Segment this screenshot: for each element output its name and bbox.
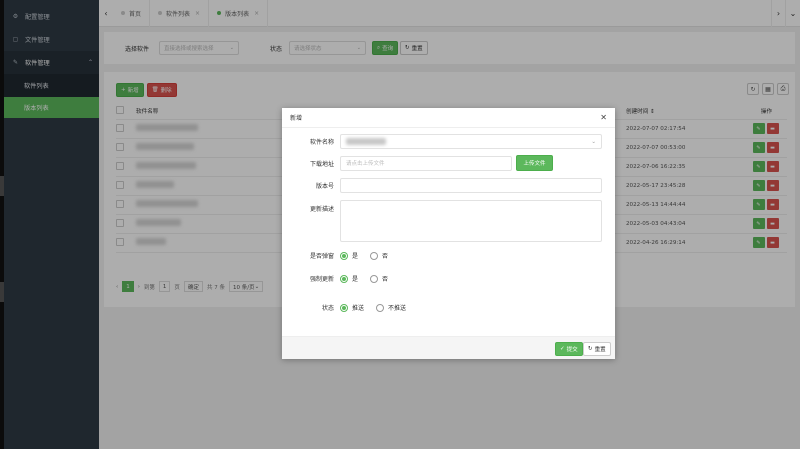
radio-label: 不推送: [388, 305, 407, 312]
field-label-force: 强制更新: [309, 276, 334, 283]
radio-checked-icon: [340, 274, 348, 283]
radio-unchecked-icon: [370, 251, 379, 260]
radio-checked-icon: [340, 251, 348, 260]
version-input[interactable]: [340, 178, 602, 193]
button-label: 重置: [594, 347, 606, 353]
check-icon: ✓: [560, 346, 565, 352]
field-label-version: 版本号: [315, 183, 334, 190]
input-placeholder: 请点击上传文件: [346, 161, 385, 167]
radio-checked-icon: [340, 303, 348, 312]
force-yes-radio[interactable]: 是: [340, 274, 358, 283]
popup-no-radio[interactable]: 否: [370, 251, 388, 260]
selected-software-redacted: [346, 138, 386, 145]
radio-unchecked-icon: [376, 303, 385, 312]
field-label-download: 下载地址: [309, 160, 334, 168]
popup-yes-radio[interactable]: 是: [340, 251, 358, 260]
radio-unchecked-icon: [370, 274, 379, 283]
modal-footer: ✓ 提交 ↻ 重置: [282, 336, 615, 359]
refresh-icon: ↻: [588, 346, 593, 352]
add-version-modal: 新增 ✕ 软件名称 ⌄ 下载地址 请点击上传文件 上传文件 版本号 更新描述 是…: [282, 108, 615, 359]
status-nopush-radio[interactable]: 不推送: [376, 303, 406, 312]
radio-label: 是: [352, 253, 359, 260]
radio-label: 否: [382, 253, 389, 260]
button-label: 提交: [566, 347, 578, 353]
force-no-radio[interactable]: 否: [370, 274, 388, 283]
field-label-popup: 是否弹窗: [309, 253, 334, 260]
close-icon[interactable]: ✕: [600, 113, 607, 122]
modal-title: 新增: [290, 115, 303, 122]
software-name-select[interactable]: ⌄: [340, 134, 602, 149]
chevron-down-icon: ⌄: [591, 138, 596, 145]
field-label-name: 软件名称: [309, 139, 334, 146]
radio-label: 是: [352, 276, 359, 283]
field-label-desc: 更新描述: [309, 206, 334, 213]
modal-reset-button[interactable]: ↻ 重置: [583, 342, 611, 356]
status-push-radio[interactable]: 推送: [340, 303, 364, 312]
radio-label: 推送: [352, 305, 365, 312]
description-textarea[interactable]: [340, 200, 602, 242]
radio-label: 否: [382, 276, 389, 283]
submit-button[interactable]: ✓ 提交: [555, 342, 583, 356]
button-label: 上传文件: [523, 161, 546, 167]
field-label-status: 状态: [321, 305, 334, 312]
download-url-input[interactable]: 请点击上传文件: [340, 155, 512, 171]
upload-file-button[interactable]: 上传文件: [516, 155, 553, 171]
